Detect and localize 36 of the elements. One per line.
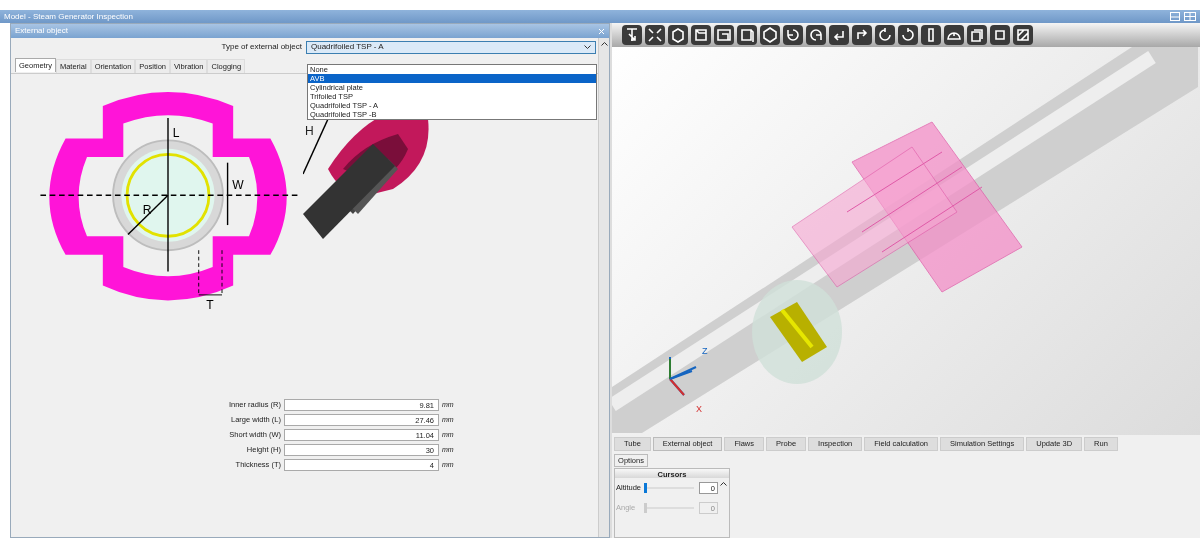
side-view-icon[interactable]	[737, 25, 757, 45]
caret-icon	[584, 45, 591, 49]
scrollbar[interactable]	[598, 38, 609, 537]
radius-label: R	[142, 202, 152, 217]
turn-right-icon[interactable]	[852, 25, 872, 45]
iso-view-icon[interactable]	[760, 25, 780, 45]
protractor-icon[interactable]	[944, 25, 964, 45]
rotate-right-icon[interactable]	[806, 25, 826, 45]
type-dropdown[interactable]: Quadrifoiled TSP - A	[306, 40, 596, 54]
rotate-left-icon[interactable]	[783, 25, 803, 45]
box-solid-icon[interactable]	[990, 25, 1010, 45]
cube-icon[interactable]	[668, 25, 688, 45]
rotate-cw-icon[interactable]	[898, 25, 918, 45]
cursor-icon[interactable]	[622, 25, 642, 45]
front-view-icon[interactable]	[691, 25, 711, 45]
grid-layout-icon[interactable]	[1184, 12, 1196, 21]
fit-view-icon[interactable]	[645, 25, 665, 45]
type-label: Type of external object	[221, 41, 302, 53]
window-title: Model - Steam Generator Inspection	[4, 10, 133, 23]
x-axis-label: X	[696, 403, 702, 416]
collapse-icon[interactable]	[720, 482, 727, 486]
bar-icon[interactable]	[921, 25, 941, 45]
turn-left-icon[interactable]	[829, 25, 849, 45]
box-outline-icon[interactable]	[967, 25, 987, 45]
hatch-icon[interactable]	[1013, 25, 1033, 45]
thickness-label: T	[206, 297, 214, 312]
length-label: L	[172, 125, 180, 140]
scroll-up-icon[interactable]	[600, 42, 608, 46]
width-label: W	[232, 177, 244, 192]
slider-thumb[interactable]	[644, 483, 647, 493]
top-view-icon[interactable]	[714, 25, 734, 45]
height-label: H	[305, 123, 314, 140]
rotate-ccw-icon[interactable]	[875, 25, 895, 45]
z-axis-label: Z	[702, 345, 708, 358]
window-layout-icon[interactable]	[1170, 12, 1180, 21]
panel-title: External object	[15, 25, 68, 37]
